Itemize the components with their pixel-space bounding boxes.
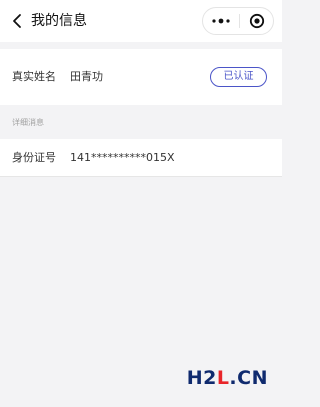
back-button[interactable] <box>6 9 28 33</box>
id-number-row: 身份证号 141**********015X <box>0 139 282 177</box>
target-circle-icon <box>249 13 265 29</box>
id-number-value: 141**********015X <box>70 151 175 164</box>
verified-badge: 已认证 <box>210 67 267 87</box>
real-name-value: 田青功 <box>70 70 103 83</box>
real-name-row: 真实姓名 田青功 已认证 <box>0 49 282 105</box>
page-title: 我的信息 <box>31 13 87 29</box>
watermark-suffix: .CN <box>229 367 268 389</box>
site-watermark: H2L.CN <box>187 367 268 389</box>
more-button[interactable] <box>203 8 239 34</box>
id-number-label: 身份证号 <box>12 151 56 164</box>
more-dots-icon <box>212 18 230 24</box>
close-mini-program-button[interactable] <box>240 8 274 34</box>
real-name-label: 真实姓名 <box>12 70 56 83</box>
watermark-prefix: H2 <box>186 367 217 389</box>
mini-program-capsule <box>202 7 274 35</box>
navigation-bar: 我的信息 <box>0 0 282 42</box>
chevron-left-icon <box>13 14 21 28</box>
watermark-accent: L <box>216 367 230 389</box>
details-section-title: 详细消息 <box>12 118 44 127</box>
